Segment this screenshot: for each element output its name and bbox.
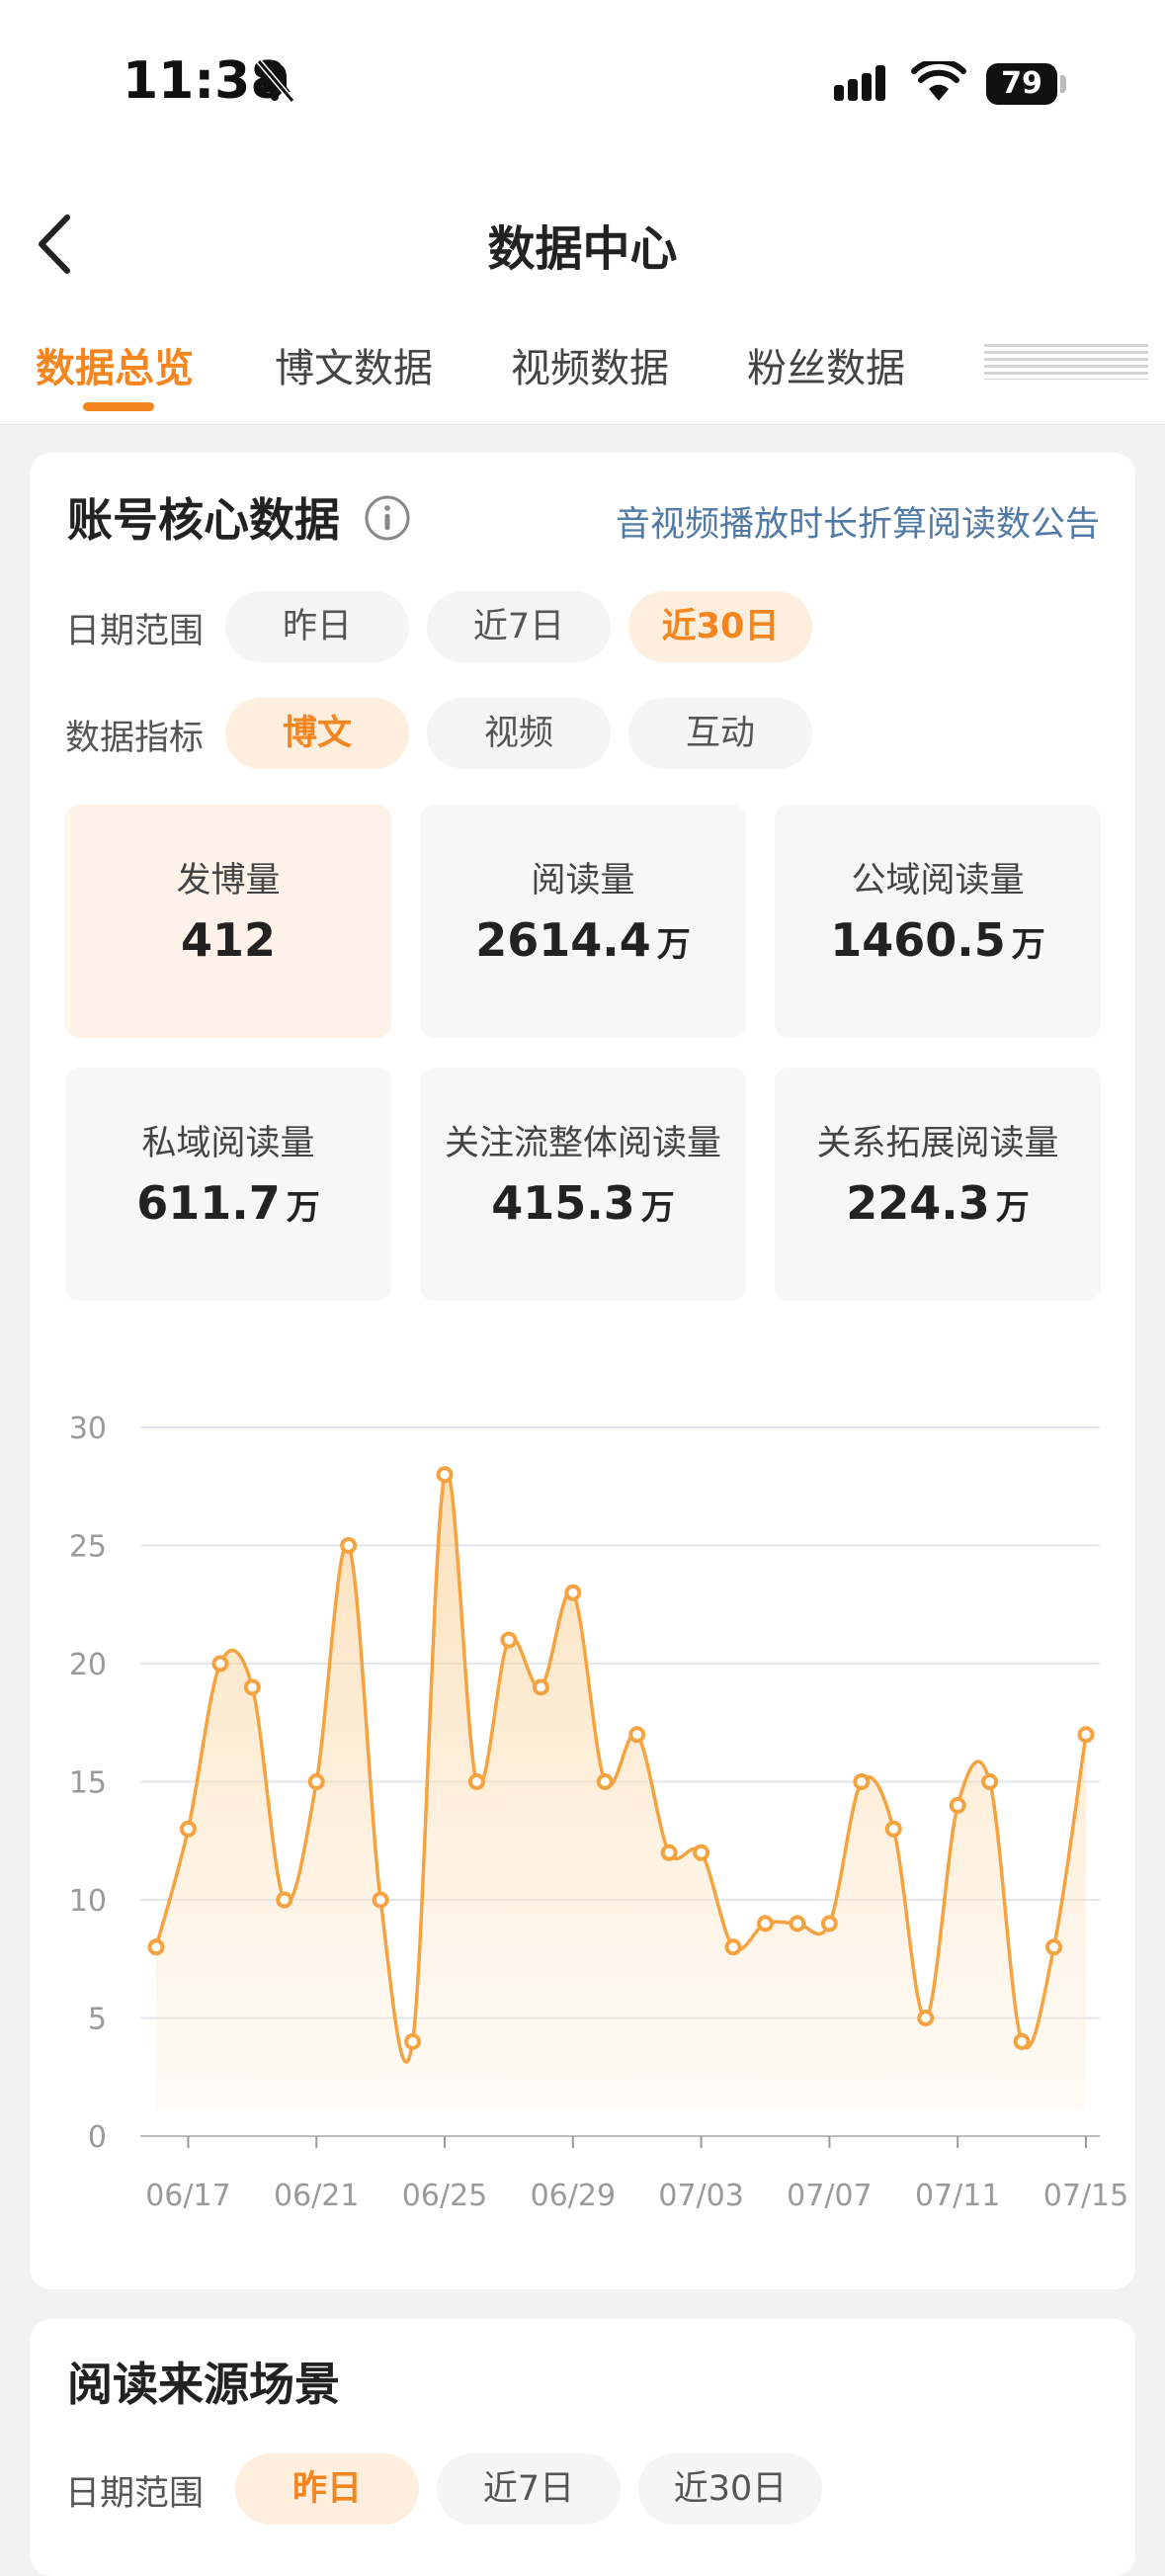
date-option-yesterday[interactable]: 昨日 <box>235 2453 419 2525</box>
data-point <box>211 1655 229 1673</box>
data-point <box>757 1915 775 1932</box>
x-tick-label: 07/07 <box>787 2179 872 2213</box>
battery-indicator: 79 <box>986 63 1057 105</box>
data-point <box>307 1773 325 1790</box>
data-point <box>660 1844 678 1861</box>
x-tick-label: 06/21 <box>274 2179 359 2213</box>
data-point <box>628 1726 646 1744</box>
tab-obscured[interactable] <box>984 344 1148 380</box>
data-point <box>949 1796 966 1814</box>
top-bar: 11:38 79 数据中心 数据总览 博文数据 视频数据 粉丝数据 <box>0 0 1165 425</box>
y-tick-label: 0 <box>88 2120 107 2155</box>
y-tick-label: 5 <box>88 2003 107 2037</box>
data-point <box>820 1915 838 1932</box>
trend-chart[interactable]: 0 5 10 15 20 25 30 06/17 06/21 06/25 06/29 07/03 07/… <box>30 453 1135 2289</box>
data-point <box>981 1773 999 1790</box>
header-divider <box>0 424 1165 425</box>
x-tick-label: 07/15 <box>1043 2179 1128 2213</box>
y-tick-label: 30 <box>69 1412 107 1446</box>
data-point <box>532 1678 549 1696</box>
bell-muted-icon <box>256 59 294 103</box>
date-option-7d[interactable]: 近7日 <box>437 2453 621 2525</box>
y-tick-label: 20 <box>69 1648 107 1682</box>
data-point <box>1045 1938 1063 1956</box>
data-point <box>1077 1726 1095 1744</box>
core-data-card: 账号核心数据 音视频播放时长折算阅读数公告 日期范围 昨日 近7日 近30日 数… <box>30 453 1135 2289</box>
date-range-label: 日期范围 <box>65 2474 205 2514</box>
data-point <box>243 1678 261 1696</box>
x-tick-label: 06/25 <box>402 2179 487 2213</box>
data-point <box>596 1773 614 1790</box>
tab-active-indicator <box>83 402 154 411</box>
series-area <box>156 1470 1086 2110</box>
tab-overview[interactable]: 数据总览 <box>36 336 194 393</box>
x-tick-label: 07/03 <box>658 2179 743 2213</box>
tab-bar: 数据总览 博文数据 视频数据 粉丝数据 <box>0 326 1165 425</box>
data-point <box>276 1891 293 1909</box>
data-point <box>693 1844 710 1861</box>
wifi-icon <box>911 61 966 101</box>
date-option-30d[interactable]: 近30日 <box>638 2453 822 2525</box>
y-tick-label: 25 <box>69 1530 107 1565</box>
data-point <box>372 1891 389 1909</box>
cellular-signal-icon <box>834 65 885 101</box>
section-title: 阅读来源场景 <box>67 2358 340 2411</box>
data-point <box>500 1631 518 1649</box>
read-source-card: 阅读来源场景 日期范围 昨日 近7日 近30日 <box>30 2319 1135 2576</box>
data-point <box>853 1773 871 1790</box>
data-point <box>564 1584 582 1601</box>
data-point <box>147 1938 165 1956</box>
tab-fans-data[interactable]: 粉丝数据 <box>747 336 905 393</box>
data-point <box>884 1820 902 1838</box>
data-point <box>789 1915 806 1932</box>
data-point <box>724 1938 742 1956</box>
page-title: 数据中心 <box>487 221 678 277</box>
data-point <box>340 1537 358 1554</box>
data-point <box>436 1466 454 1484</box>
data-point <box>1013 2032 1031 2050</box>
data-point <box>467 1773 485 1790</box>
y-tick-label: 15 <box>69 1766 107 1801</box>
tab-video-data[interactable]: 视频数据 <box>511 336 669 393</box>
x-tick-label: 06/29 <box>531 2179 616 2213</box>
x-tick-label: 07/11 <box>915 2179 1000 2213</box>
y-tick-label: 10 <box>69 1884 107 1919</box>
data-point <box>179 1820 197 1838</box>
data-point <box>404 2032 422 2050</box>
battery-tip <box>1060 75 1066 93</box>
tab-post-data[interactable]: 博文数据 <box>275 336 433 393</box>
x-tick-label: 06/17 <box>145 2179 230 2213</box>
data-point <box>917 2010 935 2026</box>
